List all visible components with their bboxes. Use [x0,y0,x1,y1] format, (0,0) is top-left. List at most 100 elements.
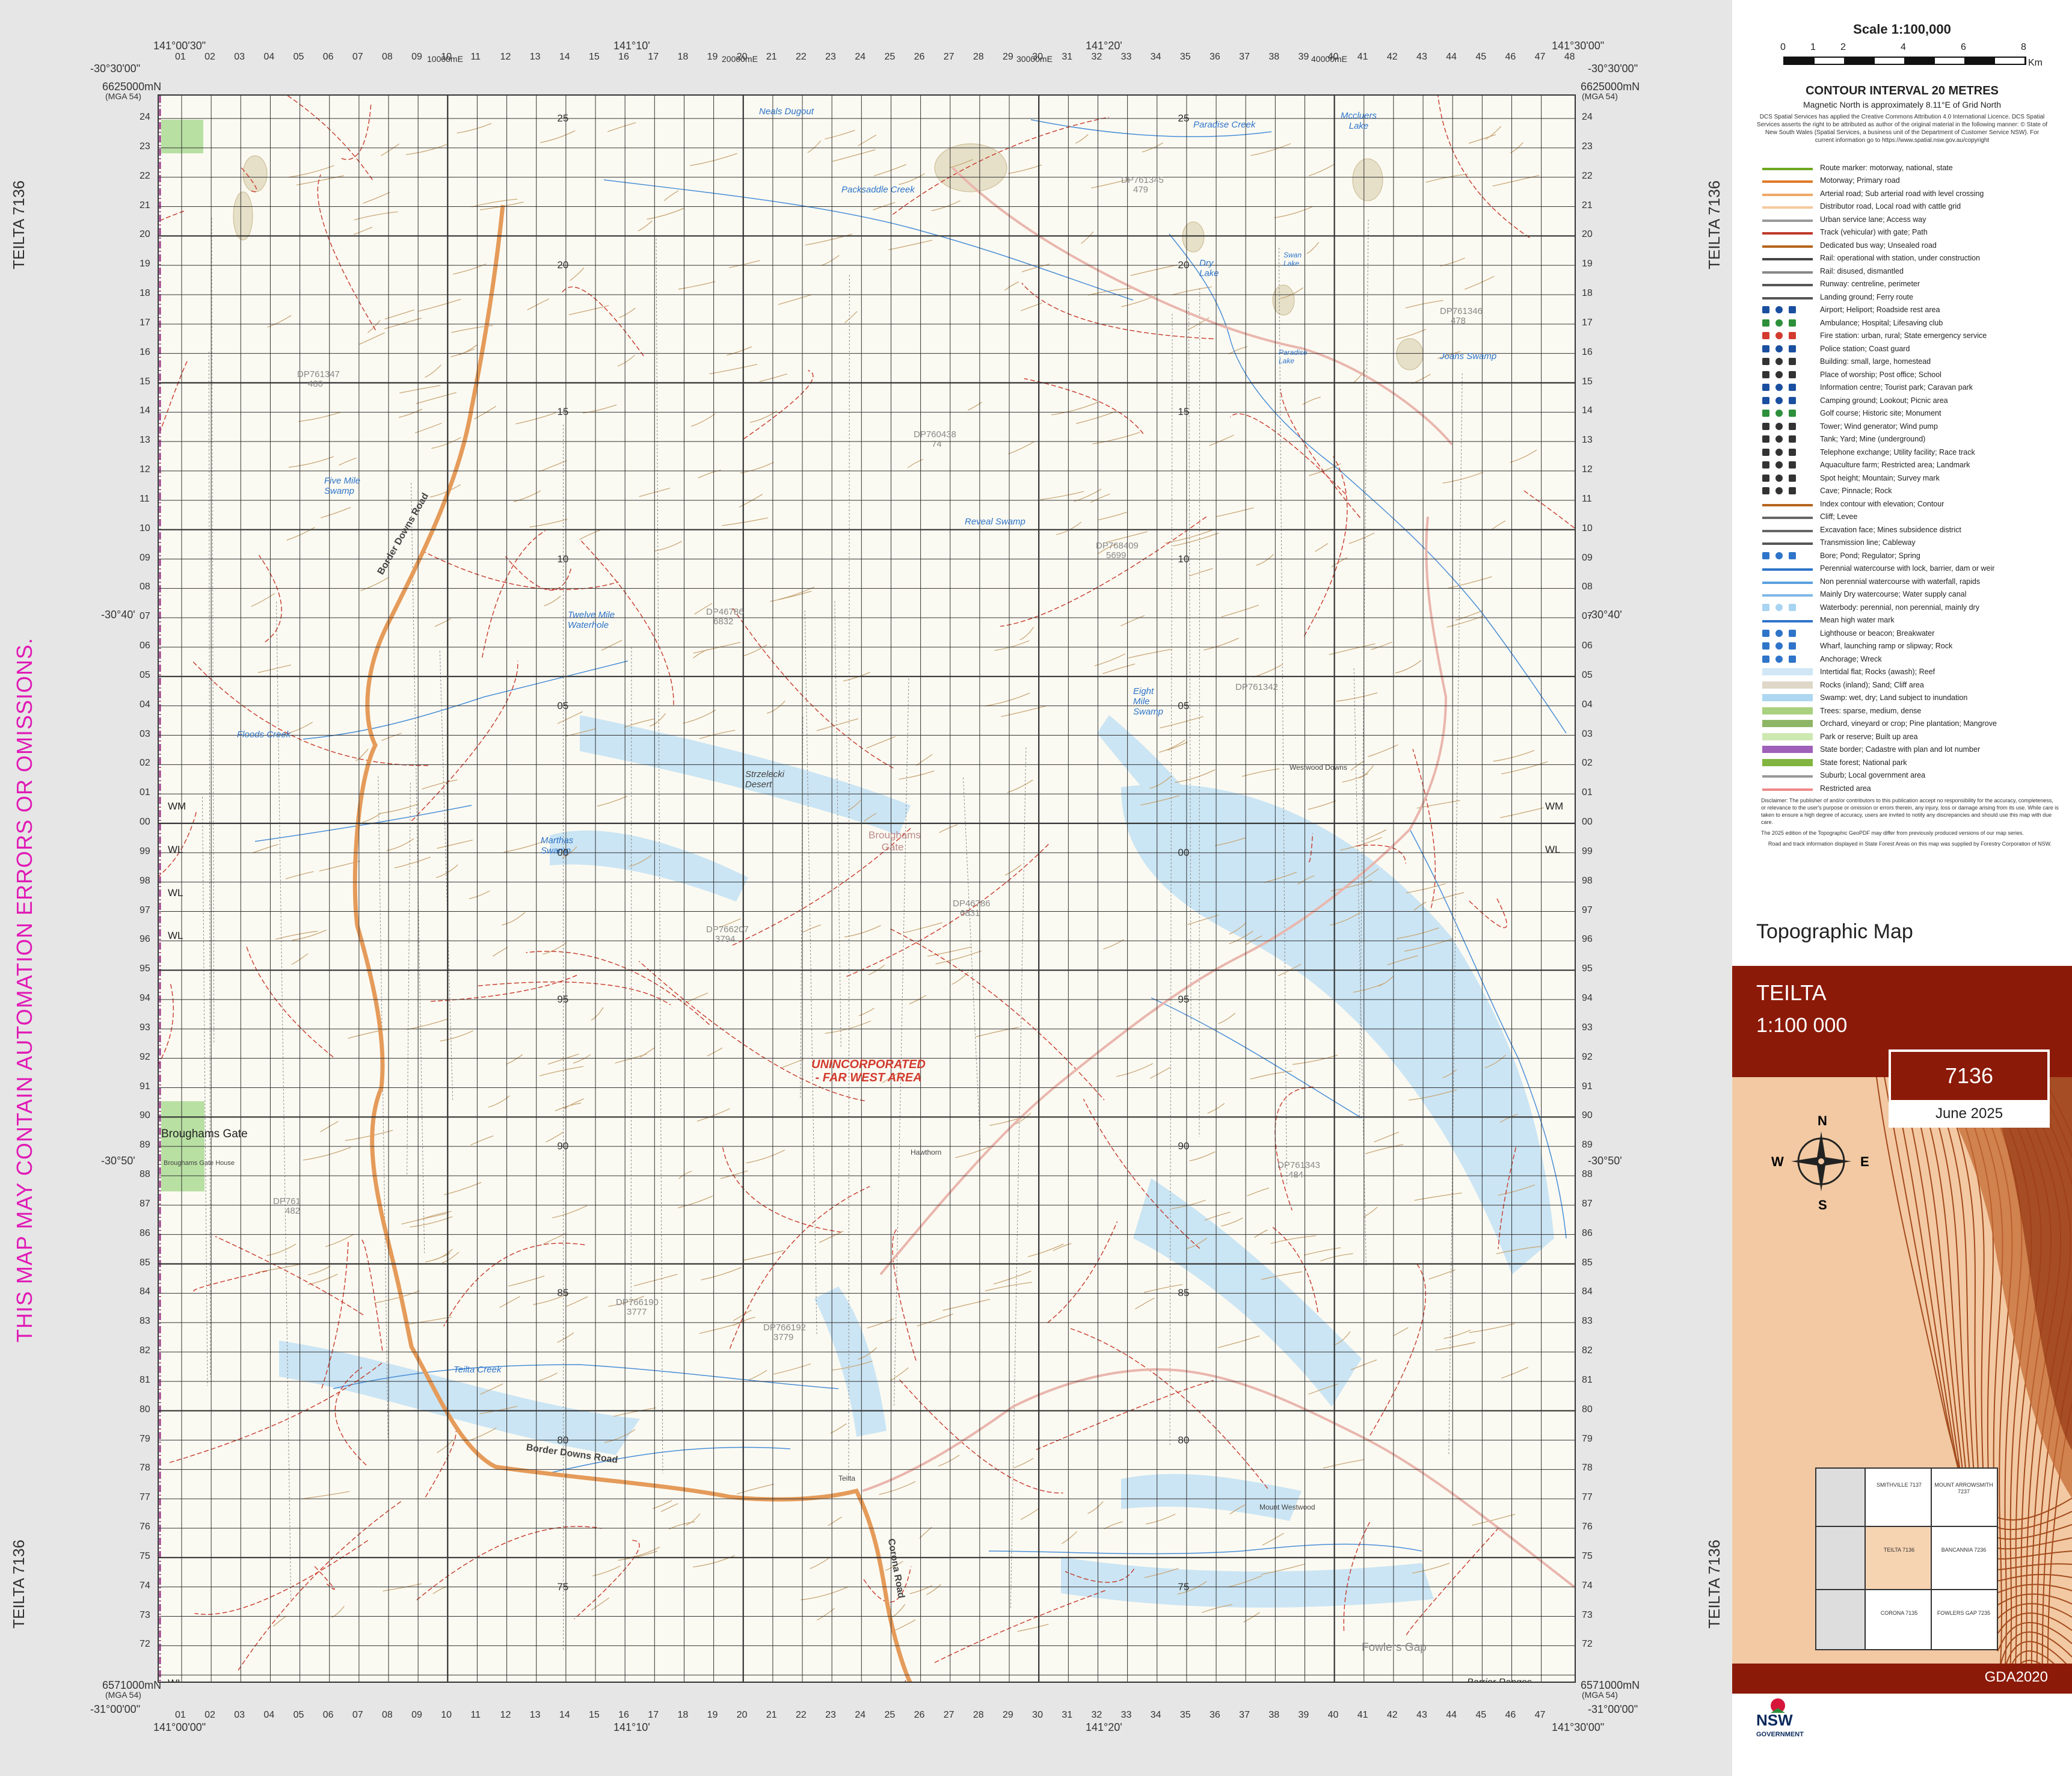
tick-right-95: 95 [1582,963,1593,974]
tick-bottom-06: 06 [322,1710,334,1720]
tick-bottom-38: 38 [1268,1710,1280,1720]
legend-label: Trees: sparse, medium, dense [1820,706,1922,715]
scale-bar [1783,57,2026,65]
tick-right-23: 23 [1582,141,1593,152]
legend-label: Dedicated bus way; Unsealed road [1820,241,1937,250]
cover-sheet-number: 7136 [1889,1049,2050,1102]
map-area[interactable]: Neals Dugout Paradise Creek Mccluers Lak… [158,94,1576,1683]
non-perennial-icon [1762,581,1813,584]
tick-right-00: 00 [1582,817,1593,827]
tick-bottom-08: 08 [382,1710,393,1720]
index-northeast: MOUNT ARROWSMITH 7237 [1934,1482,1993,1495]
legend-row: Orchard, vineyard or crop; Pine plantati… [1762,717,2063,731]
scale-unit: Km [2028,58,2043,68]
index-southeast: FOWLERS GAP 7235 [1937,1610,1991,1616]
label-dp766190-number: 3777 [627,1307,647,1317]
scale-mark-0: 0 [1780,42,1786,52]
ambulance-icon [1762,319,1813,327]
label-broughams-gate: Broughams Gate [161,1128,248,1140]
tick-right-88: 88 [1582,1169,1593,1179]
legend: Route marker: motorway, national, state M… [1762,161,2063,795]
tick-left-99: 99 [140,846,150,856]
worship-icon [1762,370,1813,378]
tick-top-07: 07 [352,52,363,62]
label-dp768409: DP768409 [1096,541,1139,551]
tick-bottom-04: 04 [263,1710,275,1720]
busway-icon [1762,245,1813,248]
nsw-government-text: GOVERNMENT [1756,1731,1804,1738]
tank-icon [1762,435,1813,443]
coord-bottom-right-lon: 141°30'00" [1552,1721,1605,1733]
label-dp768409-number: 5699 [1106,550,1127,561]
tick-bottom-13: 13 [529,1710,541,1720]
interior-label-20: 20 [1178,259,1190,271]
legend-row: Route marker: motorway, national, state [1762,161,2063,174]
lakes [233,143,1424,370]
tick-top-31: 31 [1062,52,1073,62]
label-strzelecki-desert: Strzelecki Desert [745,769,785,790]
tick-right-77: 77 [1582,1492,1593,1503]
tick-top-14: 14 [559,52,570,62]
tick-left-21: 21 [140,200,150,210]
label-wl-4: WL [168,1677,183,1682]
label-twelve-mile-waterhole: Twelve Mile Waterhole [568,610,615,630]
track-icon [1762,232,1813,235]
legend-label: Place of worship; Post office; School [1820,370,1941,379]
label-wl-1: WL [168,844,183,855]
tick-right-81: 81 [1582,1374,1593,1385]
legend-row: Golf course; Historic site; Monument [1762,407,2063,420]
legend-row: Mean high water mark [1762,614,2063,627]
trees-icon [1762,707,1813,714]
label-dp766207: DP766207 [706,924,749,935]
coord-top-left-lon: 141°00'30" [153,40,206,52]
lat-mid1-right: -30°40' [1588,609,1622,621]
map-frame: TEILTA 7136 TEILTA 7136 TEILTA 7136 TEIL… [0,0,1732,1776]
licence-text: DCS Spatial Services has applied the Cre… [1756,114,2048,144]
label-dp766192-number: 3779 [773,1332,794,1342]
legend-label: Suburb; Local government area [1820,771,1926,780]
state-forest-icon [1762,758,1813,766]
side-label-bottom-left: TEILTA 7136 [10,1540,28,1629]
tick-right-06: 06 [1582,641,1593,651]
tick-right-19: 19 [1582,259,1593,269]
tick-left-79: 79 [140,1433,150,1444]
legend-row: Runway: centreline, perimeter [1762,278,2063,291]
tick-right-94: 94 [1582,993,1593,1003]
tick-bottom-15: 15 [589,1710,600,1720]
tick-top-40: 40 [1327,52,1339,62]
tick-right-85: 85 [1582,1257,1593,1268]
tick-right-07: 07 [1582,611,1593,622]
tick-left-17: 17 [140,317,150,328]
legend-label: Urban service lane; Access way [1820,215,1926,224]
coord-top-right-lon: 141°30'00" [1552,40,1605,52]
legend-label: Transmission line; Cableway [1820,538,1916,547]
tick-top-03: 03 [234,52,245,62]
park-top-left [161,120,203,153]
tick-bottom-43: 43 [1416,1710,1427,1720]
tick-right-93: 93 [1582,1022,1593,1033]
label-swan-lake: Swan Lake [1283,251,1302,268]
label-joans-swamp: Joans Swamp [1440,351,1497,361]
legend-label: Tower; Wind generator; Wind pump [1820,422,1938,431]
label-eight-mile-swamp: Eight Mile Swamp [1133,686,1164,717]
intertidal-icon [1762,668,1813,676]
tick-right-89: 89 [1582,1140,1593,1151]
coord-bottom-left-lon: 141°00'00" [153,1721,206,1733]
label-paradise-creek: Paradise Creek [1193,120,1256,130]
scale-mark-2: 2 [1840,42,1846,52]
information-icon [1762,384,1813,392]
interior-label-75: 75 [1178,1581,1190,1593]
tick-left-88: 88 [140,1169,150,1179]
label-five-mile-swamp: Five Mile Swamp [324,476,361,496]
tick-top-42: 42 [1386,52,1398,62]
tick-left-78: 78 [140,1463,150,1473]
tick-bottom-20: 20 [736,1710,748,1720]
tick-left-82: 82 [140,1345,150,1356]
tick-right-90: 90 [1582,1110,1593,1121]
tick-left-18: 18 [140,288,150,298]
lat-mid2-left: -30°50' [101,1155,135,1167]
legend-label: Swamp: wet, dry; Land subject to inundat… [1820,693,1968,702]
legend-row: Swamp: wet, dry; Land subject to inundat… [1762,692,2063,705]
interior-label-20: 20 [557,259,569,271]
tick-bottom-41: 41 [1357,1710,1368,1720]
